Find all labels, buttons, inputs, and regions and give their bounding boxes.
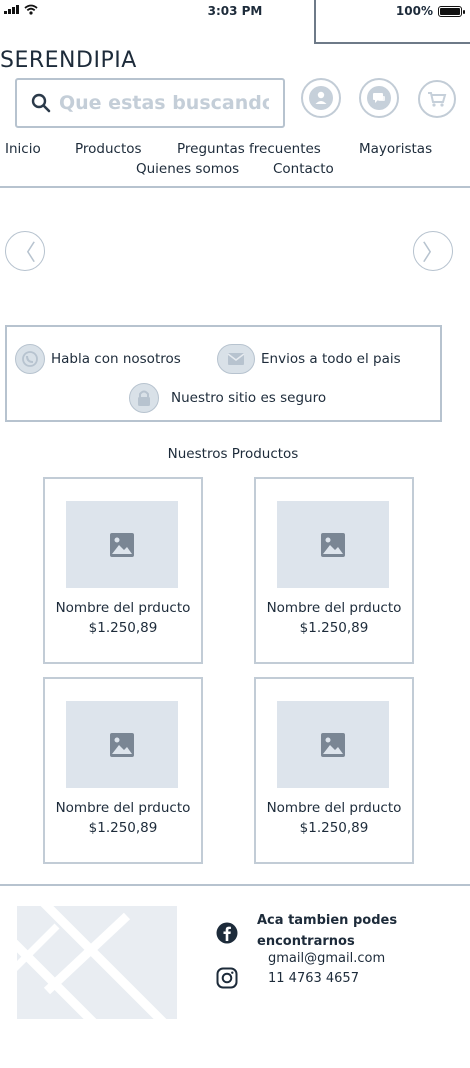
image-icon (321, 532, 345, 557)
nav-item-mayoristas[interactable]: Mayoristas (359, 141, 432, 157)
carousel-prev-button[interactable]: 〈 (5, 231, 45, 271)
feature-secure: Nuestro sitio es seguro (129, 383, 326, 413)
instagram-icon[interactable] (214, 965, 240, 991)
search-icon (31, 93, 51, 113)
footer-divider (0, 884, 470, 886)
product-card[interactable]: Nombre del prducto $1.250,89 (254, 677, 414, 864)
cart-icon (428, 92, 447, 107)
product-name: Nombre del prducto (55, 600, 191, 616)
image-icon (321, 732, 345, 757)
product-image (66, 501, 178, 588)
map-placeholder (17, 906, 177, 1019)
nav-item-quienes-somos[interactable]: Quienes somos (136, 161, 239, 177)
nav-item-preguntas[interactable]: Preguntas frecuentes (177, 141, 321, 157)
product-image (277, 701, 389, 788)
feature-chat: Habla con nosotros (15, 344, 181, 374)
product-price: $1.250,89 (299, 620, 369, 636)
brand-logo[interactable]: SERENDIPIA (0, 48, 137, 73)
chat-icon (367, 86, 391, 110)
footer-phone[interactable]: 11 4763 4657 (268, 971, 359, 986)
product-image (66, 701, 178, 788)
image-icon (110, 532, 134, 557)
feature-chat-label: Habla con nosotros (51, 351, 181, 367)
product-image (277, 501, 389, 588)
footer-email[interactable]: gmail@gmail.com (268, 951, 385, 966)
mail-icon (217, 344, 255, 374)
search-input[interactable] (59, 92, 269, 114)
feature-secure-label: Nuestro sitio es seguro (171, 390, 327, 406)
nav-divider (0, 186, 470, 188)
image-icon (110, 732, 134, 757)
feature-shipping: Envios a todo el pais (217, 344, 401, 374)
nav-item-contacto[interactable]: Contacto (273, 161, 334, 177)
nav-item-productos[interactable]: Productos (75, 141, 142, 157)
lock-icon (129, 383, 159, 413)
product-price: $1.250,89 (88, 820, 158, 836)
product-card[interactable]: Nombre del prducto $1.250,89 (43, 677, 203, 864)
product-card[interactable]: Nombre del prducto $1.250,89 (43, 477, 203, 664)
nav-item-inicio[interactable]: Inicio (5, 141, 41, 157)
chat-button[interactable] (359, 78, 399, 118)
search-bar[interactable] (15, 78, 285, 128)
product-price: $1.250,89 (299, 820, 369, 836)
user-button[interactable] (301, 78, 341, 118)
footer-title: Aca tambien podes encontrarnos (257, 913, 398, 949)
products-title: Nuestros Productos (167, 446, 299, 462)
facebook-icon[interactable] (214, 920, 240, 946)
product-name: Nombre del prducto (266, 800, 402, 816)
whatsapp-icon (15, 344, 45, 374)
product-name: Nombre del prducto (266, 600, 402, 616)
header-corner-frame (314, 0, 470, 44)
user-icon (309, 86, 333, 110)
product-name: Nombre del prducto (55, 800, 191, 816)
product-card[interactable]: Nombre del prducto $1.250,89 (254, 477, 414, 664)
cart-button[interactable] (418, 80, 456, 118)
product-price: $1.250,89 (88, 620, 158, 636)
features-box: Habla con nosotros Envios a todo el pais… (5, 325, 442, 422)
feature-shipping-label: Envios a todo el pais (261, 351, 401, 367)
carousel-next-button[interactable]: 〉 (413, 231, 453, 271)
